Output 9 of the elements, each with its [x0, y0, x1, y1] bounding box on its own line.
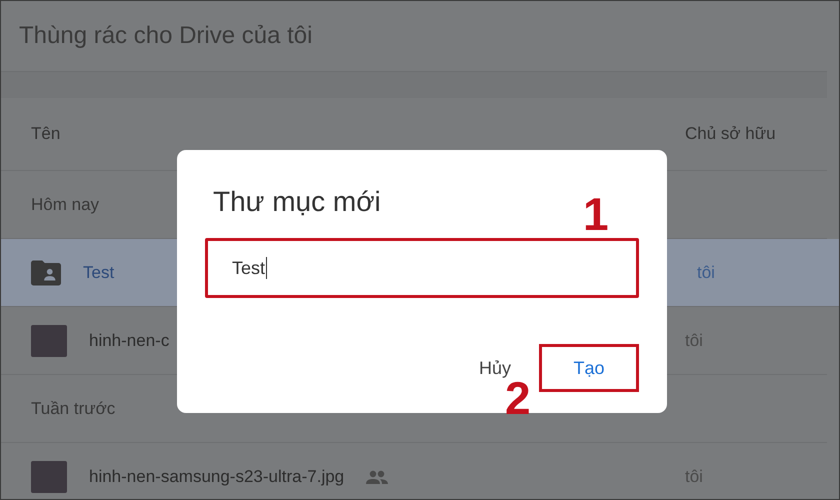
dialog-title: Thư mục mới	[213, 186, 381, 218]
file-name: hinh-nen-samsung-s23-ultra-7.jpg	[89, 466, 344, 486]
page-title: Thùng rác cho Drive của tôi	[19, 22, 312, 50]
step-number: 1	[583, 191, 609, 237]
section-label: Hôm nay	[31, 194, 100, 214]
section-label: Tuần trước	[31, 398, 116, 418]
file-name: hinh-nen-c	[89, 330, 170, 350]
owner-name: tôi	[697, 262, 715, 282]
file-name: Test	[83, 262, 114, 282]
